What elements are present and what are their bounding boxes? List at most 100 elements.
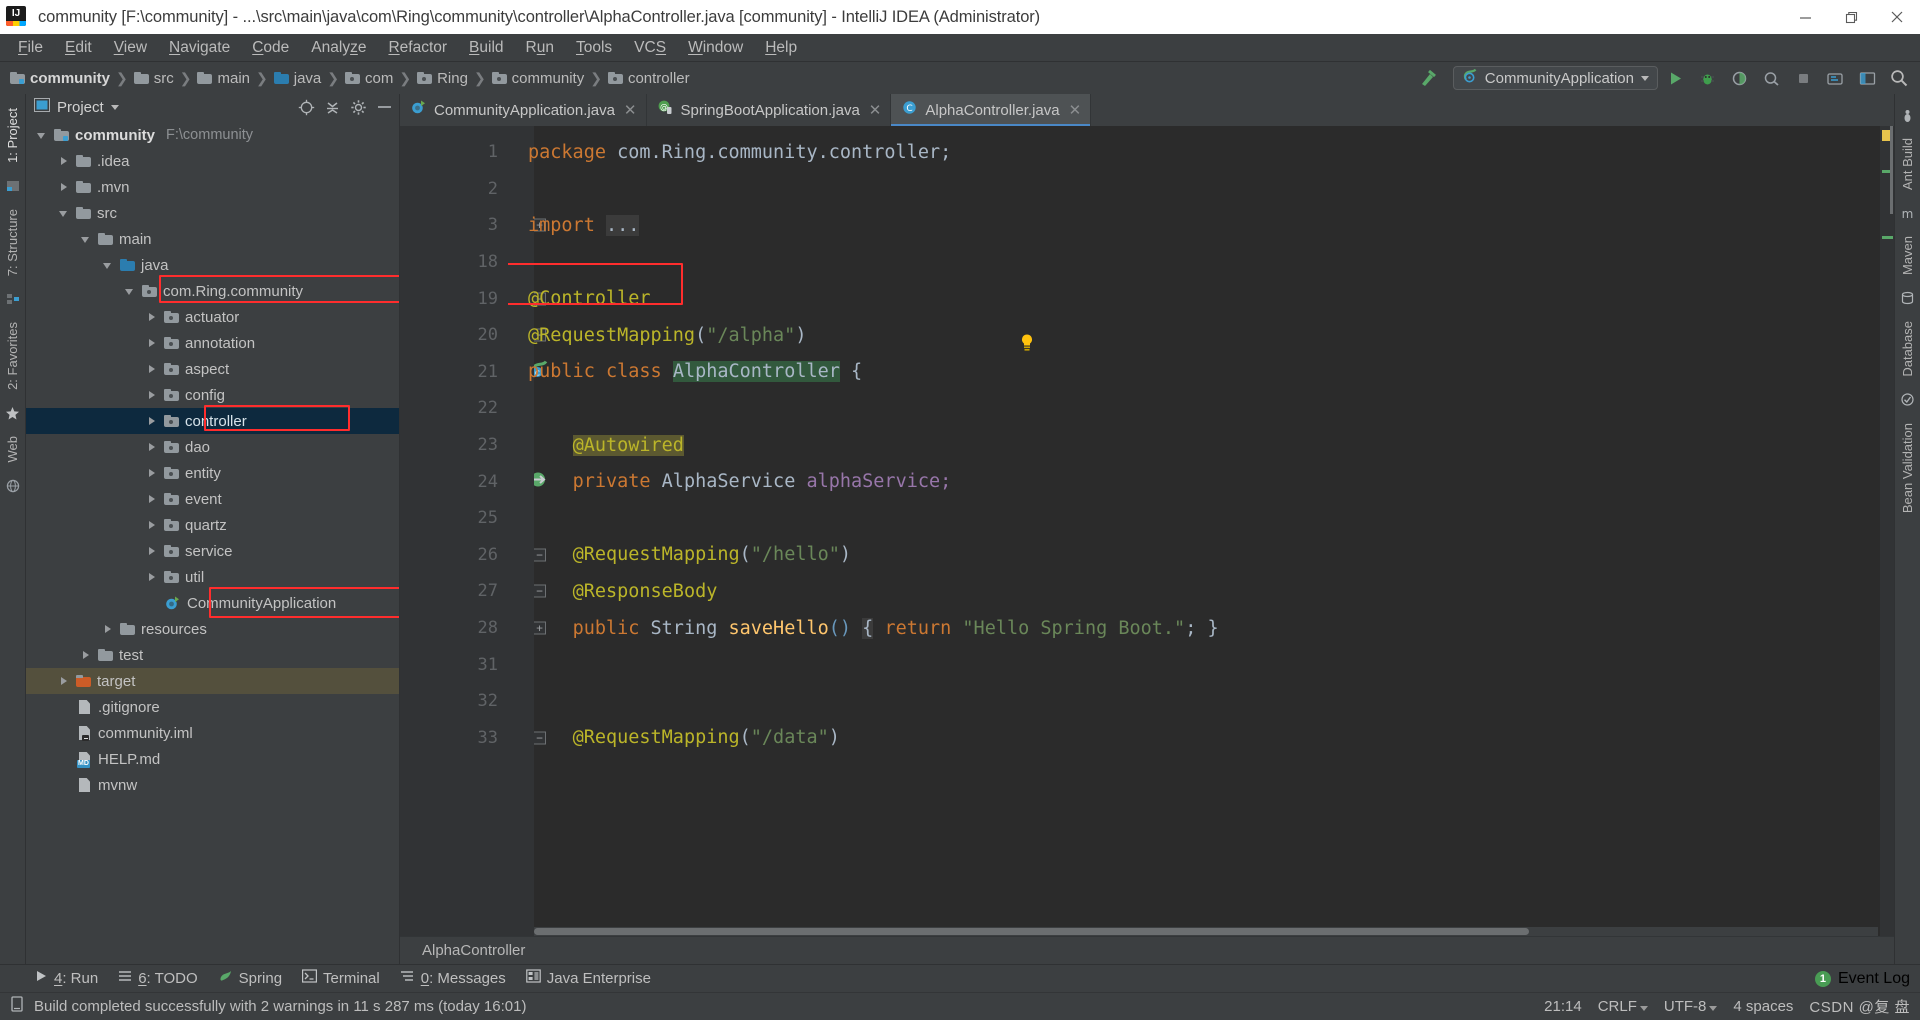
tab-alphacontroller-java[interactable]: C AlphaController.java ✕ <box>891 94 1092 126</box>
indent-setting[interactable]: 4 spaces <box>1733 998 1793 1015</box>
tab-communityapplication-java[interactable]: CommunityApplication.java ✕ <box>400 94 647 126</box>
tree-item-aspect[interactable]: aspect <box>26 356 399 382</box>
update-project-icon[interactable] <box>1820 65 1850 91</box>
chevron-down-icon[interactable] <box>58 207 70 219</box>
gear-icon[interactable] <box>349 98 367 116</box>
search-everywhere-icon[interactable] <box>1884 65 1914 91</box>
project-tree[interactable]: community F:\community .idea .mvn src ma… <box>26 120 399 964</box>
tree-item-actuator[interactable]: actuator <box>26 304 399 330</box>
chevron-down-icon[interactable] <box>80 233 92 245</box>
editor-gutter[interactable]: 1 2 3 + 18 19 − 20 − 21 C 22 23 24 25 26… <box>400 126 548 936</box>
close-icon[interactable]: ✕ <box>869 103 882 118</box>
chevron-right-icon[interactable] <box>146 311 158 323</box>
chevron-right-icon[interactable] <box>146 337 158 349</box>
editor-error-stripe[interactable] <box>1880 126 1894 936</box>
chevron-right-icon[interactable] <box>146 519 158 531</box>
breadcrumb-community[interactable]: community <box>6 70 112 87</box>
code-editor[interactable]: 1 2 3 + 18 19 − 20 − 21 C 22 23 24 25 26… <box>400 126 1894 936</box>
close-icon[interactable]: ✕ <box>624 103 637 118</box>
tree-item-resources[interactable]: resources <box>26 616 399 642</box>
tree-item-community[interactable]: community F:\community <box>26 122 399 148</box>
sidebar-item-structure[interactable]: 7: Structure <box>2 201 23 284</box>
tree-item-controller[interactable]: controller <box>26 408 399 434</box>
chevron-down-icon[interactable] <box>110 104 119 110</box>
hide-panel-icon[interactable] <box>375 98 393 116</box>
menu-file[interactable]: File <box>8 37 53 59</box>
chevron-right-icon[interactable] <box>146 363 158 375</box>
tree-item-entity[interactable]: entity <box>26 460 399 486</box>
sidebar-item-ant-build[interactable]: Ant Build <box>1897 130 1918 198</box>
scrollbar-thumb[interactable] <box>534 928 1529 935</box>
restore-icon[interactable] <box>1828 0 1874 34</box>
menu-code[interactable]: Code <box>242 37 299 59</box>
debug-icon[interactable] <box>1692 65 1722 91</box>
menu-view[interactable]: View <box>104 37 157 59</box>
tree-item-help-md[interactable]: MD HELP.md <box>26 746 399 772</box>
chevron-right-icon[interactable] <box>146 493 158 505</box>
tree-item-community-iml[interactable]: community.iml <box>26 720 399 746</box>
chevron-right-icon[interactable] <box>146 545 158 557</box>
stop-icon[interactable] <box>1788 65 1818 91</box>
intention-bulb-icon[interactable] <box>1020 334 1034 352</box>
chevron-right-icon[interactable] <box>102 623 114 635</box>
tree-item-service[interactable]: service <box>26 538 399 564</box>
run-icon[interactable] <box>1660 65 1690 91</box>
chevron-right-icon[interactable] <box>80 649 92 661</box>
minimize-icon[interactable] <box>1782 0 1828 34</box>
collapse-all-icon[interactable] <box>323 98 341 116</box>
tree-item-src[interactable]: src <box>26 200 399 226</box>
tree-item-com-ring-community[interactable]: com.Ring.community <box>26 278 399 304</box>
run-coverage-icon[interactable] <box>1724 65 1754 91</box>
event-log-area[interactable]: 1 Event Log <box>1814 970 1920 988</box>
menu-vcs[interactable]: VCS <box>624 37 676 59</box>
sidebar-item-web[interactable]: Web <box>2 428 23 471</box>
tool-window-spring[interactable]: Spring <box>218 969 282 989</box>
chevron-down-icon[interactable] <box>102 259 114 271</box>
chevron-down-icon[interactable] <box>124 285 136 297</box>
tree-item-mvnw[interactable]: mvnw <box>26 772 399 798</box>
breadcrumb-src[interactable]: src <box>130 70 176 87</box>
tree-item-event[interactable]: event <box>26 486 399 512</box>
profiler-icon[interactable] <box>1756 65 1786 91</box>
chevron-right-icon[interactable] <box>58 181 70 193</box>
tool-window-messages[interactable]: 0: Messages <box>400 969 506 988</box>
tool-window-terminal[interactable]: Terminal <box>302 969 380 988</box>
tree-item-target[interactable]: target <box>26 668 399 694</box>
chevron-right-icon[interactable] <box>146 415 158 427</box>
breadcrumb-com[interactable]: com <box>341 70 395 87</box>
sidebar-item-project[interactable]: 1: Project <box>2 100 23 171</box>
tree-item-dao[interactable]: dao <box>26 434 399 460</box>
sidebar-item-database[interactable]: Database <box>1897 313 1918 385</box>
breadcrumb-community-pkg[interactable]: community <box>488 70 587 87</box>
menu-window[interactable]: Window <box>678 37 753 59</box>
code-content[interactable]: package com.Ring.community.controller; i… <box>508 126 1894 936</box>
close-icon[interactable]: ✕ <box>1069 103 1082 118</box>
run-configuration-selector[interactable]: CommunityApplication <box>1452 66 1658 90</box>
sidebar-item-maven[interactable]: Maven <box>1897 228 1918 283</box>
menu-edit[interactable]: Edit <box>55 37 102 59</box>
chevron-right-icon[interactable] <box>146 441 158 453</box>
tree-item-main[interactable]: main <box>26 226 399 252</box>
breadcrumb-main[interactable]: main <box>193 70 252 87</box>
chevron-down-icon[interactable] <box>36 129 48 141</box>
tree-item-java[interactable]: java <box>26 252 399 278</box>
menu-build[interactable]: Build <box>459 37 513 59</box>
chevron-right-icon[interactable] <box>146 571 158 583</box>
chevron-right-icon[interactable] <box>58 155 70 167</box>
sidebar-item-favorites[interactable]: 2: Favorites <box>2 314 23 398</box>
chevron-right-icon[interactable] <box>146 467 158 479</box>
breadcrumb-java[interactable]: java <box>270 70 324 87</box>
menu-help[interactable]: Help <box>755 37 807 59</box>
tree-item-test[interactable]: test <box>26 642 399 668</box>
layout-icon[interactable] <box>1852 65 1882 91</box>
menu-tools[interactable]: Tools <box>566 37 622 59</box>
tree-item-idea[interactable]: .idea <box>26 148 399 174</box>
menu-run[interactable]: Run <box>516 37 564 59</box>
menu-refactor[interactable]: Refactor <box>378 37 457 59</box>
tool-window-todo[interactable]: 6: TODO <box>118 969 198 988</box>
tab-springbootapplication-java[interactable]: @ SpringBootApplication.java ✕ <box>646 94 892 126</box>
tree-item-mvn[interactable]: .mvn <box>26 174 399 200</box>
caret-position[interactable]: 21:14 <box>1544 998 1582 1015</box>
menu-analyze[interactable]: Analyze <box>301 37 376 59</box>
sidebar-item-bean-validation[interactable]: Bean Validation <box>1897 415 1918 521</box>
